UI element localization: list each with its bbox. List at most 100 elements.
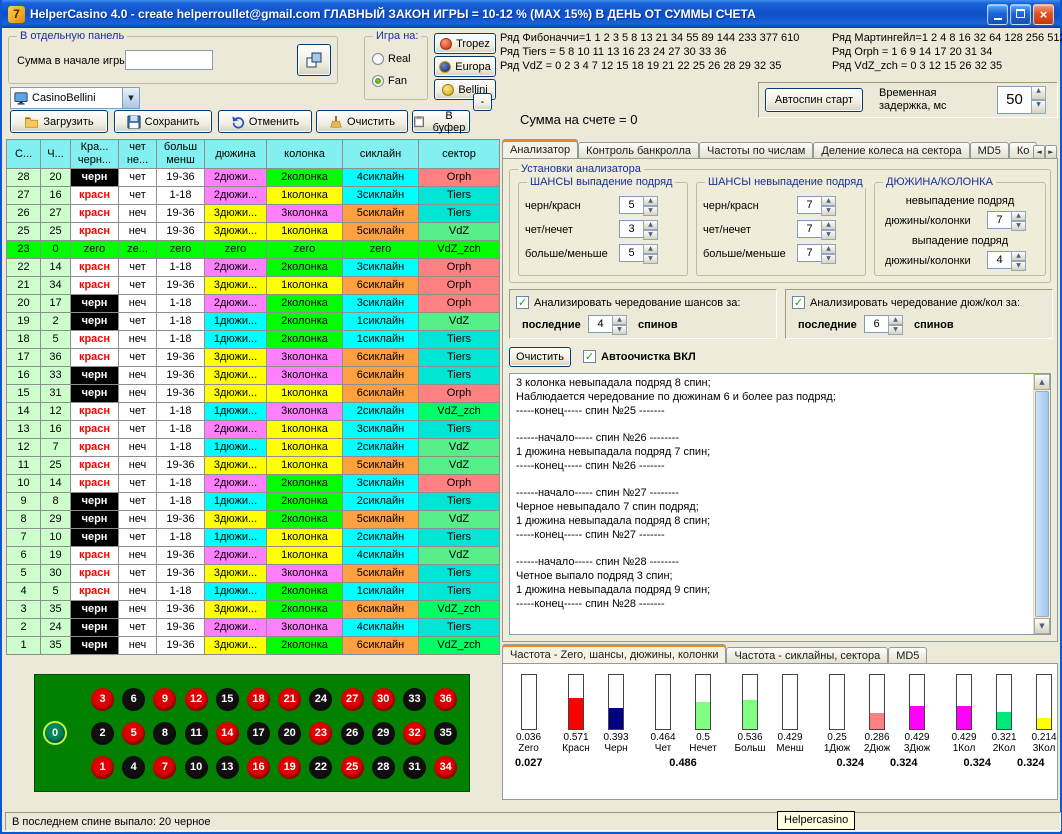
g1-black-red-spinner[interactable]: 5▲▼ [619,196,658,214]
roulette-number-26[interactable]: 26 [341,722,364,745]
spinner-down-icon[interactable]: ▼ [1011,261,1026,271]
spin-row[interactable]: 224чернчет19-362дюжи...3колонка4сиклайнT… [7,619,500,637]
tab-md5[interactable]: MD5 [888,647,927,664]
roulette-number-25[interactable]: 25 [341,756,364,779]
g2-even-odd-spinner[interactable]: 7▲▼ [797,220,836,238]
spinner-down-icon[interactable]: ▼ [643,206,658,216]
roulette-number-12[interactable]: 12 [185,688,208,711]
roulette-number-0[interactable]: 0 [43,721,67,745]
roulette-number-3[interactable]: 3 [91,688,114,711]
roulette-number-10[interactable]: 10 [185,756,208,779]
scroll-up-icon[interactable]: ▲ [1034,374,1050,390]
clear-button[interactable]: Очистить [316,110,408,133]
spin-row[interactable]: 98чернчет1-181дюжи...2колонка2сиклайнTie… [7,493,500,511]
roulette-number-31[interactable]: 31 [403,756,426,779]
g2-black-red-spinner[interactable]: 7▲▼ [797,196,836,214]
spinner-down-icon[interactable]: ▼ [612,325,627,335]
spin-row[interactable]: 127красннеч1-181дюжи...1колонка2сиклайнV… [7,439,500,457]
roulette-number-16[interactable]: 16 [247,756,270,779]
spinner-down-icon[interactable]: ▼ [643,230,658,240]
roulette-number-35[interactable]: 35 [434,722,457,745]
spinner-up-icon[interactable]: ▲ [643,244,658,254]
analyzer-log[interactable]: 3 колонка невыпадала подряд 8 спин; Набл… [512,376,1031,632]
alt-dozens-spinner[interactable]: 6▲▼ [864,315,903,333]
scroll-thumb[interactable] [1035,391,1049,617]
tab-частоты-по-числам[interactable]: Частоты по числам [699,142,813,159]
spinner-up-icon[interactable]: ▲ [821,244,836,254]
spin-row[interactable]: 1316краснчет1-182дюжи...1колонка3сиклайн… [7,421,500,439]
roulette-number-34[interactable]: 34 [434,756,457,779]
spinner-down-icon[interactable]: ▼ [1011,221,1026,231]
spin-row[interactable]: 1125красннеч19-363дюжи...1колонка5сиклай… [7,457,500,475]
spinner-up-icon[interactable]: ▲ [643,196,658,206]
tab-md5[interactable]: MD5 [970,142,1009,159]
spin-row[interactable]: 2525красннеч19-363дюжи...1колонка5сиклай… [7,223,500,241]
roulette-number-13[interactable]: 13 [216,756,239,779]
spinner-up-icon[interactable]: ▲ [821,220,836,230]
roulette-number-28[interactable]: 28 [372,756,395,779]
spinner-down-icon[interactable]: ▼ [821,230,836,240]
roulette-number-6[interactable]: 6 [122,688,145,711]
roulette-number-5[interactable]: 5 [122,722,145,745]
roulette-number-1[interactable]: 1 [91,756,114,779]
europa-button[interactable]: Europa [434,56,496,77]
autoclear-checkbox[interactable]: ✓ [583,350,596,363]
roulette-number-24[interactable]: 24 [309,688,332,711]
alt-dozens-checkbox[interactable]: ✓ [792,296,805,309]
roulette-number-7[interactable]: 7 [153,756,176,779]
roulette-number-4[interactable]: 4 [122,756,145,779]
roulette-number-22[interactable]: 22 [309,756,332,779]
spin-row[interactable]: 335черннеч19-363дюжи...2колонка6сиклайнV… [7,601,500,619]
spin-row[interactable]: 530краснчет19-363дюжи...3колонка5сиклайн… [7,565,500,583]
maximize-button[interactable] [1010,4,1031,25]
spin-row[interactable]: 2627красннеч19-363дюжи...3колонка5сиклай… [7,205,500,223]
tab-деление-колеса-на-сектора[interactable]: Деление колеса на сектора [813,142,969,159]
roulette-number-15[interactable]: 15 [216,688,239,711]
spin-row[interactable]: 1412краснчет1-181дюжи...3колонка2сиклайн… [7,403,500,421]
spinner-down-icon[interactable]: ▼ [888,325,903,335]
spinner-up-icon[interactable]: ▲ [1011,251,1026,261]
roulette-number-18[interactable]: 18 [247,688,270,711]
scroll-down-icon[interactable]: ▼ [1034,618,1050,634]
spin-row[interactable]: 619красннеч19-362дюжи...1колонка4сиклайн… [7,547,500,565]
spinner-up-icon[interactable]: ▲ [1031,86,1046,100]
roulette-number-30[interactable]: 30 [372,688,395,711]
save-button[interactable]: Сохранить [114,110,212,133]
spinner-up-icon[interactable]: ▲ [643,220,658,230]
autospin-start-button[interactable]: Автоспин старт [765,88,863,112]
spin-row[interactable]: 1736краснчет19-363дюжи...3колонка6сиклай… [7,349,500,367]
roulette-number-14[interactable]: 14 [216,722,239,745]
spin-row[interactable]: 2214краснчет1-182дюжи...2колонка3сиклайн… [7,259,500,277]
tab-частота-zero-шансы-дюжины-колонки[interactable]: Частота - Zero, шансы, дюжины, колонки [502,644,726,664]
tropez-button[interactable]: Tropez [434,33,496,54]
combo-dropdown-button[interactable]: ▼ [122,88,139,108]
roulette-number-33[interactable]: 33 [403,688,426,711]
log-scrollbar[interactable]: ▲ ▼ [1033,374,1050,634]
g2-high-low-spinner[interactable]: 7▲▼ [797,244,836,262]
radio-real[interactable] [372,53,384,65]
spinner-up-icon[interactable]: ▲ [821,196,836,206]
casino-combo[interactable]: CasinoBellini ▼ [10,87,140,109]
spin-row[interactable]: 230zeroze...zerozerozerozeroVdZ_zch [7,241,500,259]
spinner-down-icon[interactable]: ▼ [821,254,836,264]
spinner-up-icon[interactable]: ▲ [888,315,903,325]
detach-panel-button[interactable] [297,44,331,76]
roulette-number-36[interactable]: 36 [434,688,457,711]
spinner-up-icon[interactable]: ▲ [1011,211,1026,221]
roulette-number-11[interactable]: 11 [185,722,208,745]
spin-row[interactable]: 1633черннеч19-363дюжи...3колонка6сиклайн… [7,367,500,385]
roulette-number-29[interactable]: 29 [372,722,395,745]
tab-анализатор[interactable]: Анализатор [502,139,578,159]
spin-row[interactable]: 1531черннеч19-363дюжи...1колонка6сиклайн… [7,385,500,403]
spin-row[interactable]: 829черннеч19-363дюжи...2колонка5сиклайнV… [7,511,500,529]
clear-log-button[interactable]: Очистить [509,347,571,367]
load-button[interactable]: Загрузить [10,110,108,133]
alt-chances-spinner[interactable]: 4▲▼ [588,315,627,333]
spin-row[interactable]: 2716краснчет1-182дюжи...1колонка3сиклайн… [7,187,500,205]
spinner-down-icon[interactable]: ▼ [1031,100,1046,114]
close-button[interactable]: × [1033,4,1054,25]
spin-row[interactable]: 1014краснчет1-182дюжи...2колонка3сиклайн… [7,475,500,493]
roulette-number-17[interactable]: 17 [247,722,270,745]
spin-row[interactable]: 135черннеч19-363дюжи...2колонка6сиклайнV… [7,637,500,655]
spinner-down-icon[interactable]: ▼ [821,206,836,216]
